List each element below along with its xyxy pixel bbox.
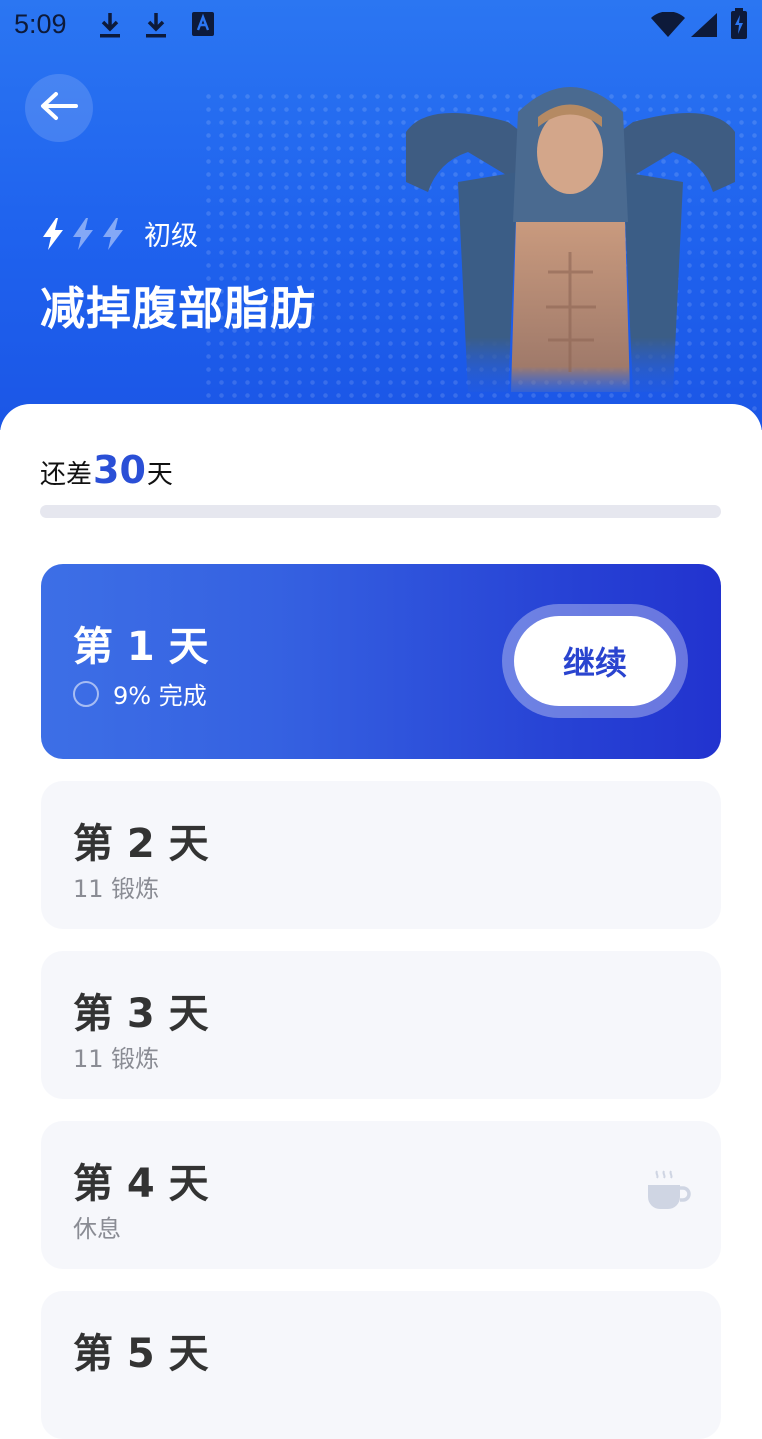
difficulty-bolts <box>40 217 126 251</box>
battery-charging-icon <box>730 8 748 44</box>
bolt-icon <box>73 217 93 250</box>
wifi-icon <box>650 11 686 42</box>
arrow-left-icon <box>39 91 79 125</box>
continue-button[interactable]: 继续 <box>514 616 676 706</box>
day-card-4[interactable]: 第 4 天 休息 <box>41 1121 721 1269</box>
hero-banner: 5:09 初级 减掉腹部脂肪 <box>0 0 762 430</box>
day-progress-label: 9% 完成 <box>113 682 207 710</box>
day-title: 第 1 天 <box>73 624 209 670</box>
status-bar: 5:09 <box>0 0 762 52</box>
day-title: 第 4 天 <box>73 1161 209 1207</box>
day-card-3[interactable]: 第 3 天 11 锻炼 <box>41 951 721 1099</box>
status-time: 5:09 <box>14 9 67 39</box>
athlete-illustration <box>398 72 743 402</box>
bolt-icon <box>103 217 123 250</box>
back-button[interactable] <box>25 74 93 142</box>
coffee-cup-icon <box>645 1169 691 1219</box>
progress-ring-icon <box>73 680 99 707</box>
translate-icon <box>191 10 215 42</box>
level-label: 初级 <box>144 221 198 252</box>
day-title: 第 2 天 <box>73 821 209 867</box>
day-progress: 9% 完成 <box>73 676 207 711</box>
day-subtitle: 11 锻炼 <box>73 875 160 903</box>
difficulty-level: 初级 <box>40 214 198 253</box>
day-subtitle: 11 锻炼 <box>73 1045 160 1073</box>
plan-title: 减掉腹部脂肪 <box>40 282 317 335</box>
continue-button-halo: 继续 <box>502 604 688 718</box>
days-remaining-count: 30 <box>93 448 146 492</box>
day-card-2[interactable]: 第 2 天 11 锻炼 <box>41 781 721 929</box>
days-remaining: 还差 30 天 <box>40 448 173 492</box>
download-icon <box>143 10 169 44</box>
days-remaining-prefix: 还差 <box>40 460 93 490</box>
day-card-5[interactable]: 第 5 天 <box>41 1291 721 1439</box>
days-remaining-suffix: 天 <box>146 460 173 490</box>
download-icon <box>97 10 123 44</box>
plan-progress-bar <box>40 505 721 518</box>
day-title: 第 3 天 <box>73 991 209 1037</box>
bolt-icon <box>43 217 63 250</box>
day-card-1[interactable]: 第 1 天 9% 完成 继续 <box>41 564 721 759</box>
signal-icon <box>690 12 718 42</box>
day-title: 第 5 天 <box>73 1331 209 1377</box>
day-subtitle: 休息 <box>73 1215 121 1243</box>
